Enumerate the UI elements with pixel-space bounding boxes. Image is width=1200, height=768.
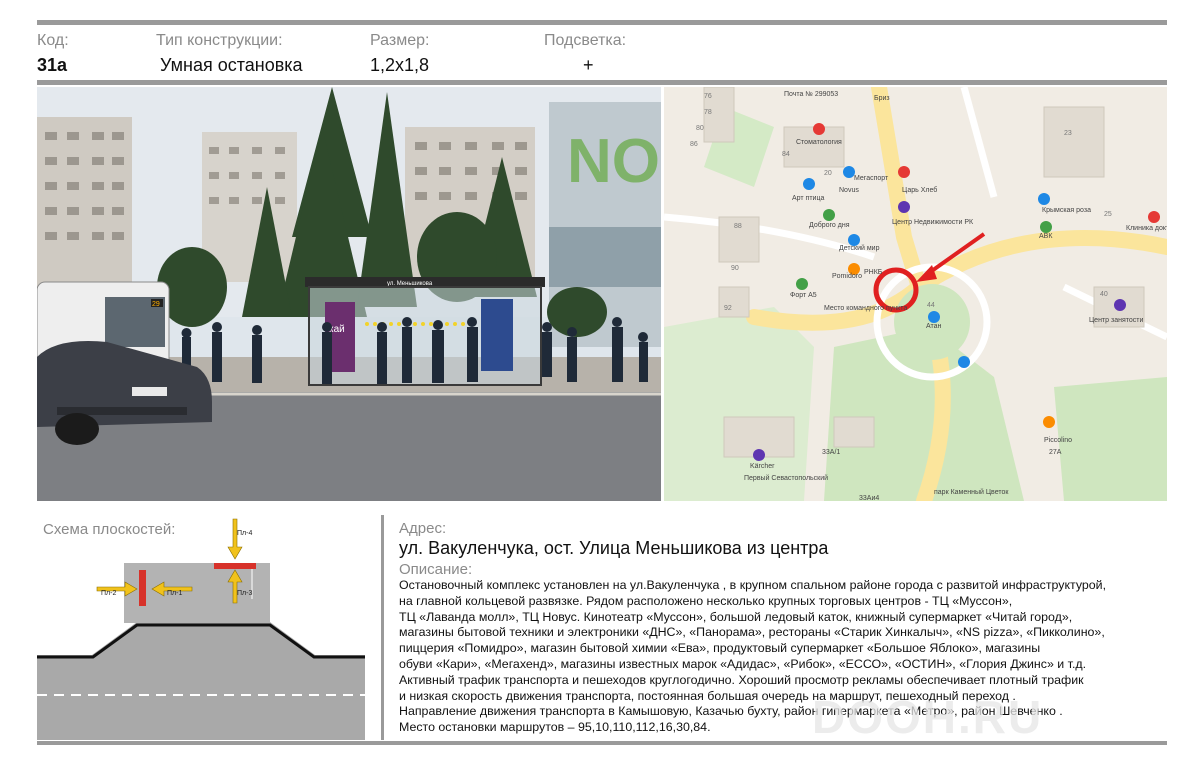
- description-line: Активный трафик транспорта и пешеходов к…: [399, 672, 1084, 687]
- light-value: +: [583, 55, 594, 75]
- map-house-number: 40: [1100, 291, 1108, 298]
- map-place-label: Доброго дня: [809, 222, 850, 229]
- type-label: Тип конструкции:: [156, 32, 283, 49]
- plane-label-2: Пл-2: [101, 590, 116, 597]
- map-place-label: 33А/1: [822, 449, 841, 456]
- description-label: Описание:: [399, 561, 473, 578]
- map-place-label: Центр занятости: [1089, 317, 1144, 324]
- address-value: ул. Вакуленчука, ост. Улица Меньшикова и…: [399, 538, 829, 558]
- map-place-label: Царь Хлеб: [902, 187, 938, 194]
- map-place-label: парк Каменный Цветок: [934, 489, 1009, 496]
- code-value: 31а: [37, 55, 68, 75]
- description-text: Остановочный комплекс установлен на ул.В…: [399, 578, 1169, 736]
- map-place-label: Клиника доктора Воробьёва: [1126, 225, 1167, 232]
- size-label: Размер:: [370, 32, 430, 49]
- description-line: магазины бытовой техники и электроники «…: [399, 625, 1105, 640]
- bus-route-number: 29: [152, 301, 160, 308]
- map-house-number: 23: [1064, 130, 1072, 137]
- plane-scheme: Схема плоскостей: Пл-4 Пл-2 Пл-1 Пл-3: [37, 515, 379, 740]
- plane-label-3: Пл-3: [237, 590, 252, 597]
- scheme-drawing: Пл-4 Пл-2 Пл-1 Пл-3: [37, 518, 365, 740]
- description-line: на главной кольцевой развязке. Рядом рас…: [399, 593, 1013, 608]
- map-place-label: РНКБ: [864, 269, 883, 276]
- map-house-number: 78: [704, 109, 712, 116]
- description-line: ТЦ «Лаванда молл», ТЦ Новус. Кинотеатр «…: [399, 609, 1073, 624]
- map-place-label: Почта № 299053: [784, 91, 839, 98]
- map-background: [664, 87, 1167, 501]
- map-house-number: 44: [927, 302, 935, 309]
- map-house-number: 20: [824, 170, 832, 177]
- description-line: обуви «Кари», «Мегахенд», магазины извес…: [399, 656, 1087, 671]
- map-place-label: Арт птица: [792, 195, 825, 202]
- size-value: 1,2х1,8: [370, 55, 430, 75]
- map-place-label: АВК: [1039, 233, 1053, 240]
- map-house-number: 25: [1104, 211, 1112, 218]
- bottom-rule: [37, 741, 1167, 745]
- header-rule: [37, 80, 1167, 85]
- map-place-label: Бриз: [874, 95, 890, 102]
- map-place-label: Novus: [839, 187, 859, 194]
- map-house-number: 80: [696, 125, 704, 132]
- plane-label-4: Пл-4: [237, 530, 252, 537]
- map-place-label: Атан: [926, 323, 942, 330]
- map-place-label: Центр Недвижимости РК: [892, 219, 974, 226]
- section-divider: [381, 515, 384, 740]
- address-label: Адрес:: [399, 520, 447, 537]
- store-sign: NO: [567, 127, 660, 196]
- map-place-label: Место командного пункта: [824, 305, 908, 312]
- map-house-number: 76: [704, 93, 712, 100]
- map-place-label: Первый Севастопольский: [744, 475, 829, 482]
- description-line: Направление движения транспорта в Камышо…: [399, 704, 1063, 719]
- map-place-label: 27А: [1049, 449, 1062, 456]
- description-line: и низкая скорость движения транспорта, п…: [399, 688, 1016, 703]
- map-house-number: 90: [731, 265, 739, 272]
- plane-label-1: Пл-1: [167, 590, 182, 597]
- location-map: Почта № 299053 Бриз Стоматология Мегаспорт N…: [664, 87, 1167, 501]
- map-place-label: Мегаспорт: [854, 175, 889, 182]
- map-place-label: Piccolino: [1044, 437, 1073, 444]
- map-place-label: Стоматология: [796, 139, 842, 146]
- description-line: Остановочный комплекс установлен на ул.В…: [399, 578, 1107, 592]
- map-house-number: 92: [724, 305, 732, 312]
- location-photo: NO ул. Меньшикова кай 29: [37, 87, 661, 501]
- watermark: DOOH.RU: [812, 691, 1044, 743]
- map-place-label: Крымская роза: [1042, 207, 1091, 214]
- map-place-label: 33Аи4: [859, 495, 880, 501]
- map-house-number: 88: [734, 223, 742, 230]
- map-place-label: Pomidoro: [832, 273, 862, 280]
- light-label: Подсветка:: [544, 32, 627, 49]
- description-line: Место остановки маршрутов – 95,10,110,11…: [399, 720, 711, 735]
- map-place-label: Kärcher: [750, 463, 775, 470]
- map-place-label: Форт А5: [790, 292, 817, 299]
- photo-scene: NO ул. Меньшикова кай 29: [37, 87, 661, 501]
- map-place-label: Детский мир: [839, 245, 880, 252]
- map-house-number: 86: [690, 141, 698, 148]
- code-label: Код:: [37, 32, 69, 49]
- type-value: Умная остановка: [160, 55, 303, 75]
- top-rule: [37, 20, 1167, 25]
- description-line: пиццерия «Помидро», магазин бытовой хими…: [399, 641, 1041, 656]
- map-house-number: 84: [782, 151, 790, 158]
